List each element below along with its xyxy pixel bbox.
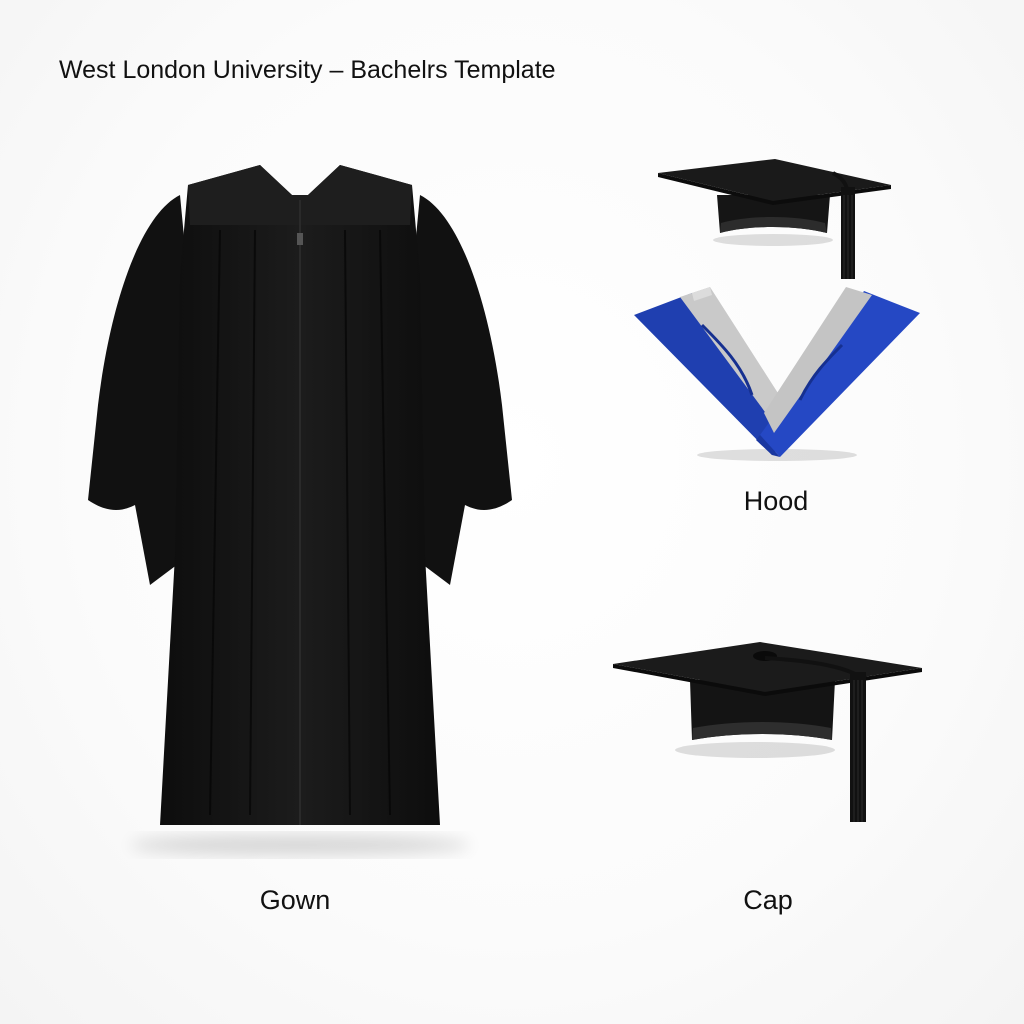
graduation-gown-icon [88,165,512,855]
mortarboard-cap-icon [613,642,922,822]
cap-label: Cap [743,885,793,915]
template-sheet: West London University – Bachelrs Templa… [0,0,1024,1024]
graduation-hood-icon [634,287,920,461]
gown-label: Gown [259,885,331,915]
page-title: West London University – Bachelrs Templa… [59,56,556,84]
hood-label: Hood [743,486,809,516]
mortarboard-cap-icon [658,159,891,279]
